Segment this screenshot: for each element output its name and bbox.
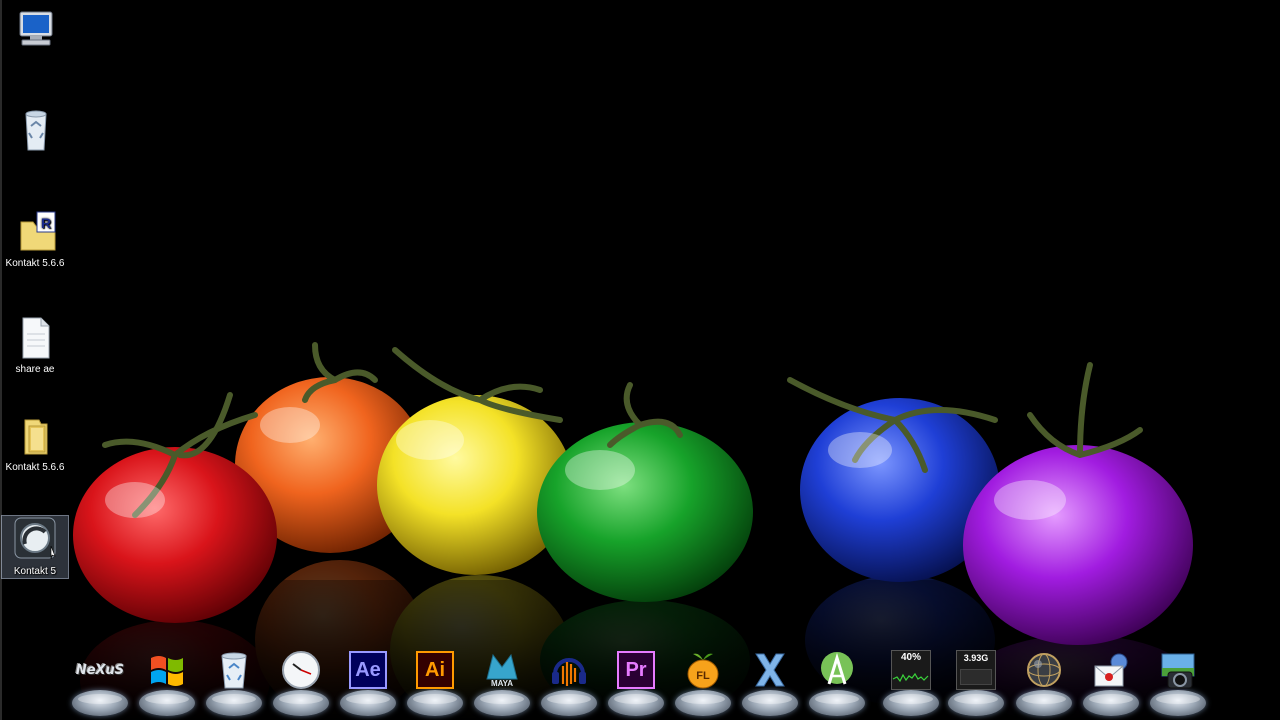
recycle-bin-icon: [214, 650, 254, 690]
dock-item-mail[interactable]: [1081, 646, 1141, 720]
red-tomato: [73, 447, 277, 623]
dock-item-screenshot[interactable]: [1148, 646, 1208, 720]
memory-meter-value: 3.93G: [963, 653, 989, 663]
dock-item-nexus[interactable]: NeXuS: [70, 646, 130, 720]
illustrator-icon: Ai: [416, 651, 454, 689]
dock-item-memory-meter[interactable]: 3.93G: [946, 646, 1006, 720]
desktop-icon-label: Kontakt 5.6.6: [5, 258, 65, 269]
dock-item-clock[interactable]: [271, 646, 331, 720]
clock-icon: [281, 650, 321, 690]
desktop-icon-label: Kontakt 5.6.6: [5, 462, 65, 473]
after-effects-icon: Ae: [349, 651, 387, 689]
desktop-icon-kontakt-folder-r[interactable]: R Kontakt 5.6.6: [1, 208, 69, 270]
dock-item-recycle-bin[interactable]: [204, 646, 264, 720]
nexus-logo-text: NeXuS: [75, 662, 125, 678]
dock-item-x-app[interactable]: [740, 646, 800, 720]
dock-item-audacity[interactable]: [539, 646, 599, 720]
desktop-icon-recycle-bin[interactable]: [2, 108, 70, 158]
folder-r-icon: R: [11, 208, 59, 256]
svg-text:FL: FL: [696, 670, 710, 682]
purple-tomato: [963, 445, 1193, 645]
dock: NeXuS Ae Ai MAYA Pr FL 40% 3.93G: [66, 646, 1216, 720]
purple-tomato-stem: [1027, 362, 1143, 458]
cpu-meter-icon: 40%: [891, 650, 931, 690]
kontakt-icon: [11, 516, 59, 564]
fl-studio-icon: FL: [683, 650, 723, 690]
android-studio-icon: [817, 650, 857, 690]
x-icon: [750, 650, 790, 690]
green-tomato: [537, 422, 753, 602]
premiere-icon: Pr: [617, 651, 655, 689]
desktop-icon-computer[interactable]: [2, 8, 70, 58]
dock-item-windows[interactable]: [137, 646, 197, 720]
desktop: R Kontakt 5.6.6 share ae Kontakt 5.6.6 K…: [0, 0, 1280, 720]
document-icon: [11, 314, 59, 362]
desktop-icon-share-ae[interactable]: share ae: [1, 314, 69, 376]
maya-label: MAYA: [490, 678, 514, 688]
computer-icon: [12, 8, 60, 56]
desktop-icon-label: Kontakt 5: [13, 566, 57, 577]
desktop-icon-kontakt-5[interactable]: Kontakt 5: [1, 515, 69, 579]
desktop-icon-kontakt-folder[interactable]: Kontakt 5.6.6: [1, 412, 69, 474]
desktop-icon-label: share ae: [15, 364, 55, 375]
dock-item-after-effects[interactable]: Ae: [338, 646, 398, 720]
audacity-icon: [549, 650, 589, 690]
dock-item-illustrator[interactable]: Ai: [405, 646, 465, 720]
globe-icon: [1024, 650, 1064, 690]
nexus-logo-icon: NeXuS: [76, 650, 124, 690]
tomato-wallpaper: [0, 342, 1280, 720]
dock-item-network[interactable]: [1014, 646, 1074, 720]
svg-text:R: R: [41, 215, 51, 231]
folder-icon: [11, 412, 59, 460]
camera-icon: [1158, 650, 1198, 690]
dock-item-premiere[interactable]: Pr: [606, 646, 666, 720]
memory-meter-icon: 3.93G: [956, 650, 996, 690]
dock-item-android-studio[interactable]: [807, 646, 867, 720]
mail-icon: [1091, 650, 1131, 690]
dock-item-fl-studio[interactable]: FL: [673, 646, 733, 720]
windows-logo-icon: [147, 650, 187, 690]
maya-icon: MAYA: [482, 650, 522, 690]
recycle-bin-icon: [12, 108, 60, 156]
dock-item-cpu-meter[interactable]: 40%: [881, 646, 941, 720]
dock-item-maya[interactable]: MAYA: [472, 646, 532, 720]
cpu-meter-value: 40%: [900, 652, 921, 663]
